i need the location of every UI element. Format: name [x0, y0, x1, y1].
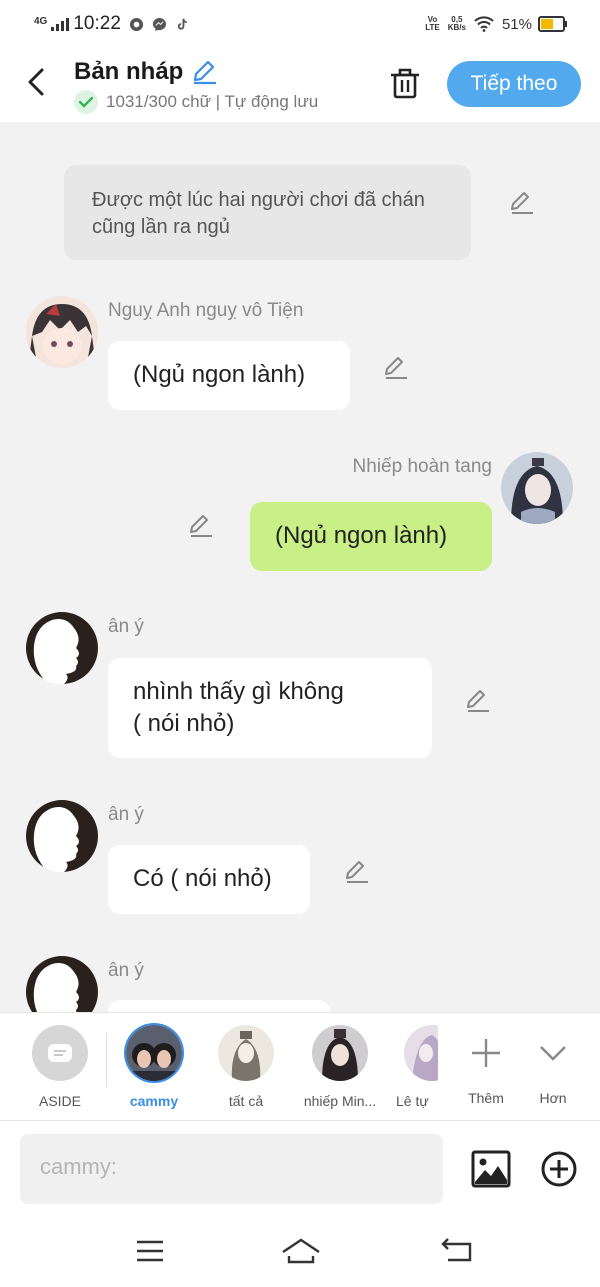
avatar[interactable]: [26, 956, 98, 1012]
word-count-text: 1031/300 chữ | Tự động lưu: [106, 92, 319, 111]
system-nav-bar: [0, 1216, 600, 1287]
message-bubble[interactable]: (Ngủ ngon lành): [108, 341, 350, 410]
character-label: ASIDE: [38, 1093, 81, 1109]
network-type: 4G: [34, 15, 48, 27]
chat-area[interactable]: Được một lúc hai người chơi đã chán cũng…: [0, 122, 600, 1012]
return-icon[interactable]: [440, 1236, 474, 1266]
edit-icon[interactable]: [187, 512, 213, 538]
message-input[interactable]: cammy:: [20, 1134, 443, 1204]
character-aside[interactable]: ASIDE: [20, 1025, 100, 1109]
character-avatar: [312, 1025, 368, 1081]
character-selector: ASIDE cammy tất cả nhiếp Min... Lê tự Th…: [0, 1012, 600, 1121]
character-avatar: [126, 1025, 182, 1081]
add-circle-icon[interactable]: [540, 1150, 578, 1188]
image-icon[interactable]: [471, 1150, 511, 1188]
tiktok-icon: [177, 18, 187, 30]
menu-icon[interactable]: [133, 1236, 167, 1266]
plus-icon: [472, 1039, 500, 1067]
character-label: Lê tự: [396, 1093, 429, 1109]
edit-icon[interactable]: [508, 189, 534, 215]
messenger-icon: [152, 17, 166, 31]
character-avatar: [218, 1025, 274, 1081]
trash-icon[interactable]: [388, 66, 422, 100]
character-le-tu[interactable]: Lê tự: [392, 1025, 438, 1109]
character-name: Nguỵ Anh nguỵ vô Tiện: [108, 300, 304, 321]
narration-bubble[interactable]: Được một lúc hai người chơi đã chán cũng…: [64, 165, 471, 260]
character-label: cammy: [129, 1093, 179, 1109]
clock: 10:22: [73, 13, 121, 34]
chevron-down-icon: [540, 1046, 566, 1061]
chrome-icon: [129, 17, 143, 31]
battery-icon: [538, 16, 567, 32]
edit-title-icon[interactable]: [190, 58, 218, 86]
message-bubble[interactable]: [108, 1000, 330, 1012]
battery-percent: 51%: [501, 15, 532, 33]
avatar[interactable]: [501, 452, 573, 524]
avatar[interactable]: [26, 800, 98, 872]
character-name: ân ý: [108, 960, 144, 981]
home-icon[interactable]: [281, 1236, 321, 1266]
header: Bản nháp 1031/300 chữ | Tự động lưu Tiếp…: [0, 46, 600, 122]
character-label: nhiếp Min...: [303, 1093, 377, 1109]
check-icon: [74, 90, 98, 114]
signal-icon: [51, 18, 70, 31]
edit-icon[interactable]: [464, 687, 490, 713]
character-nhiep-minh[interactable]: nhiếp Min...: [300, 1025, 380, 1109]
message-bubble[interactable]: nhình thấy gì không ( nói nhỏ): [108, 658, 432, 758]
page-title: Bản nháp: [74, 58, 184, 85]
edit-icon[interactable]: [343, 858, 369, 884]
next-button[interactable]: Tiếp theo: [447, 61, 581, 107]
volte-indicator: Vo LTE: [425, 15, 440, 32]
input-bar: cammy:: [0, 1120, 600, 1217]
character-name: ân ý: [108, 804, 144, 825]
status-bar: 4G 10:22 Vo LTE 0,5 KB/s 51%: [0, 0, 600, 46]
avatar[interactable]: [26, 612, 98, 684]
edit-icon[interactable]: [382, 354, 408, 380]
character-cammy[interactable]: cammy: [114, 1025, 194, 1109]
word-count-status: 1031/300 chữ | Tự động lưu: [74, 90, 318, 114]
message-bubble[interactable]: Có ( nói nhỏ): [108, 845, 310, 914]
aside-icon: [32, 1025, 88, 1081]
message-bubble[interactable]: (Ngủ ngon lành): [250, 502, 492, 571]
back-icon[interactable]: [22, 64, 52, 100]
character-label: tất cả: [228, 1093, 264, 1109]
more-label: Hơn: [539, 1090, 567, 1106]
avatar[interactable]: [26, 296, 98, 368]
wifi-icon: [474, 16, 494, 32]
character-tat-ca[interactable]: tất cả: [206, 1025, 286, 1109]
divider: [106, 1033, 107, 1087]
character-avatar: [404, 1025, 438, 1081]
character-name: ân ý: [108, 616, 144, 637]
character-name: Nhiếp hoàn tang: [352, 456, 492, 477]
more-button[interactable]: Hơn: [513, 1025, 593, 1106]
network-speed: 0,5 KB/s: [447, 15, 466, 32]
